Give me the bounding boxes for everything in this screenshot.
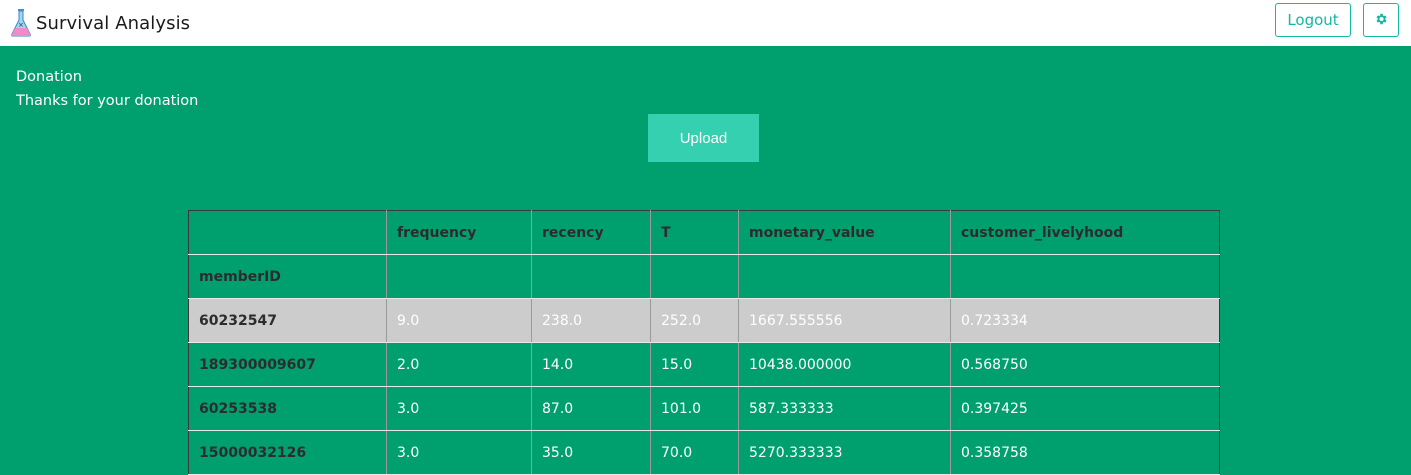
column-header-frequency: frequency <box>386 210 532 255</box>
column-header-customer-livelyhood: customer_livelyhood <box>950 210 1220 255</box>
app-title: Survival Analysis <box>36 12 191 34</box>
results-table: frequency recency T monetary_value custo… <box>188 210 1220 475</box>
monetary-value-cell: 1667.555556 <box>738 298 951 343</box>
monetary-value-cell: 10438.000000 <box>738 342 951 387</box>
logout-button[interactable]: Logout <box>1275 3 1351 37</box>
empty-header-cell <box>738 254 951 299</box>
recency-cell: 35.0 <box>531 430 651 475</box>
customer-livelyhood-cell: 0.397425 <box>950 386 1220 431</box>
frequency-cell: 3.0 <box>386 386 532 431</box>
frequency-cell: 3.0 <box>386 430 532 475</box>
table-row[interactable]: 15000032126 3.0 35.0 70.0 5270.333333 0.… <box>188 430 1220 475</box>
t-cell: 252.0 <box>650 298 739 343</box>
column-header-t: T <box>650 210 739 255</box>
table-header-row: frequency recency T monetary_value custo… <box>188 210 1220 255</box>
member-id-cell: 15000032126 <box>188 430 387 475</box>
flask-icon: × <box>10 8 36 38</box>
customer-livelyhood-cell: 0.723334 <box>950 298 1220 343</box>
column-header-monetary-value: monetary_value <box>738 210 951 255</box>
t-cell: 101.0 <box>650 386 739 431</box>
recency-cell: 87.0 <box>531 386 651 431</box>
empty-header-cell <box>650 254 739 299</box>
frequency-cell: 2.0 <box>386 342 532 387</box>
member-id-cell: 189300009607 <box>188 342 387 387</box>
table-row[interactable]: 60253538 3.0 87.0 101.0 587.333333 0.397… <box>188 386 1220 431</box>
customer-livelyhood-cell: 0.358758 <box>950 430 1220 475</box>
column-header-index <box>188 210 387 255</box>
donation-message: Thanks for your donation <box>16 93 199 109</box>
top-navbar: × Survival Analysis Logout <box>0 0 1411 46</box>
empty-header-cell <box>531 254 651 299</box>
column-header-recency: recency <box>531 210 651 255</box>
gear-icon <box>1374 12 1388 29</box>
results-table-container: frequency recency T monetary_value custo… <box>188 210 1220 475</box>
t-cell: 70.0 <box>650 430 739 475</box>
monetary-value-cell: 587.333333 <box>738 386 951 431</box>
empty-header-cell <box>950 254 1220 299</box>
table-row[interactable]: 60232547 9.0 238.0 252.0 1667.555556 0.7… <box>188 298 1220 343</box>
settings-button[interactable] <box>1363 3 1399 37</box>
recency-cell: 238.0 <box>531 298 651 343</box>
table-row[interactable]: 189300009607 2.0 14.0 15.0 10438.000000 … <box>188 342 1220 387</box>
upload-button[interactable]: Upload <box>648 114 759 162</box>
member-id-cell: 60253538 <box>188 386 387 431</box>
frequency-cell: 9.0 <box>386 298 532 343</box>
member-id-cell: 60232547 <box>188 298 387 343</box>
customer-livelyhood-cell: 0.568750 <box>950 342 1220 387</box>
t-cell: 15.0 <box>650 342 739 387</box>
svg-text:×: × <box>18 21 24 29</box>
donation-title: Donation <box>16 69 82 85</box>
brand-link[interactable]: × Survival Analysis <box>10 5 190 41</box>
recency-cell: 14.0 <box>531 342 651 387</box>
monetary-value-cell: 5270.333333 <box>738 430 951 475</box>
index-name-header: memberID <box>188 254 387 299</box>
table-index-header-row: memberID <box>188 254 1220 299</box>
empty-header-cell <box>386 254 532 299</box>
